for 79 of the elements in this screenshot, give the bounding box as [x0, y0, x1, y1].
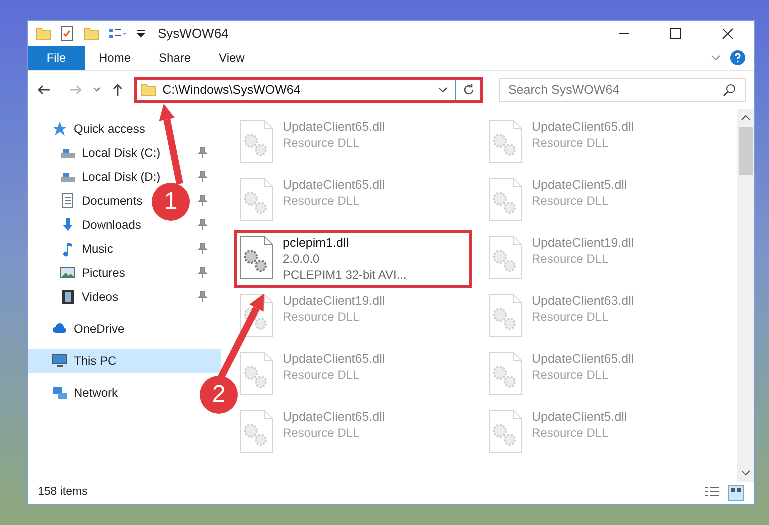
chevron-up-icon[interactable] — [740, 113, 750, 123]
network-icon — [52, 385, 68, 401]
sidebar-item[interactable]: Videos — [28, 285, 126, 309]
gear-file-icon — [239, 177, 275, 223]
picture-icon — [60, 265, 76, 281]
ribbon-tab[interactable]: Share — [145, 46, 206, 70]
sidebar-item[interactable]: This PC — [28, 349, 221, 373]
search-field[interactable]: Search SysWOW64 — [499, 78, 746, 102]
file-detail: Resource DLL — [532, 251, 610, 267]
folder-icon — [140, 82, 157, 98]
new-folder-icon — [84, 26, 100, 42]
file-detail: PCLEPIM1 32-bit AVI... — [283, 267, 407, 283]
gear-file-icon — [488, 235, 524, 281]
refresh-icon[interactable] — [462, 83, 476, 97]
file-name: UpdateClient65.dll — [283, 119, 386, 135]
file-name: UpdateClient19.dll — [532, 235, 634, 251]
monitor-icon — [52, 353, 68, 369]
sidebar-item[interactable]: OneDrive — [28, 317, 133, 341]
file-detail: Resource DLL — [283, 309, 361, 325]
file-detail: Resource DLL — [532, 135, 610, 151]
address-bar[interactable]: C:\Windows\SysWOW64 — [134, 77, 484, 103]
file-name: UpdateClient65.dll — [532, 351, 634, 367]
gear-file-icon — [488, 177, 524, 223]
file-detail: Resource DLL — [532, 367, 610, 383]
document-icon — [60, 193, 76, 209]
file-detail: 2.0.0.0 — [283, 251, 321, 267]
maximize-icon[interactable] — [670, 28, 682, 40]
sidebar-item[interactable]: Network — [28, 381, 126, 405]
address-path: C:\Windows\SysWOW64 — [162, 82, 302, 99]
search-input[interactable]: Search SysWOW64 — [508, 80, 723, 100]
dropdown-icon[interactable] — [136, 28, 146, 38]
gear-file-icon — [239, 409, 275, 455]
scrollbar[interactable] — [737, 109, 754, 482]
file-name: pclepim1.dll — [283, 235, 350, 251]
sidebar-item[interactable]: Pictures — [28, 261, 134, 285]
sidebar-item[interactable]: Quick access — [28, 117, 154, 141]
ribbon-tab[interactable]: View — [205, 46, 259, 70]
search-icon — [722, 83, 737, 97]
file-name: UpdateClient65.dll — [283, 177, 386, 193]
gear-file-icon — [488, 351, 524, 397]
file-name: UpdateClient65.dll — [532, 119, 634, 135]
gear-file-icon — [239, 119, 275, 165]
file-detail: Resource DLL — [283, 425, 361, 441]
file-name: UpdateClient5.dll — [532, 409, 628, 425]
file-detail: Resource DLL — [532, 193, 610, 209]
gear-file-icon — [239, 235, 275, 281]
star-icon — [52, 121, 68, 137]
sidebar-item[interactable]: Local Disk (C:) — [28, 141, 169, 165]
scrollbar-thumb[interactable] — [738, 127, 752, 175]
tiles-view-icon[interactable] — [728, 485, 744, 501]
gear-file-icon — [488, 119, 524, 165]
sidebar-item[interactable]: Music — [28, 237, 122, 261]
help-icon[interactable] — [730, 50, 746, 66]
item-count: 158 items — [38, 485, 89, 500]
file-item[interactable]: pclepim1.dll 2.0.0.0 PCLEPIM1 32-bit AVI... — [239, 235, 467, 283]
download-arrow-icon — [60, 217, 76, 233]
film-icon — [60, 289, 76, 305]
gear-file-icon — [488, 293, 524, 339]
sidebar-item[interactable]: Downloads — [28, 213, 150, 237]
chevron-down-icon[interactable] — [740, 468, 750, 478]
file-name: UpdateClient5.dll — [532, 177, 628, 193]
properties-icon[interactable] — [60, 26, 76, 42]
file-detail: Resource DLL — [532, 425, 610, 441]
file-detail: Resource DLL — [283, 367, 361, 383]
ribbon-tab[interactable]: Home — [85, 46, 146, 70]
file-name: UpdateClient19.dll — [283, 293, 386, 309]
sidebar-item[interactable]: Documents — [28, 189, 151, 213]
file-detail: Resource DLL — [283, 193, 361, 209]
file-detail: Resource DLL — [283, 135, 361, 151]
close-icon[interactable] — [722, 28, 734, 40]
gear-file-icon — [488, 409, 524, 455]
ribbon-tab[interactable]: File — [28, 46, 85, 70]
file-detail: Resource DLL — [532, 309, 610, 325]
folder-icon — [36, 26, 52, 42]
gear-file-icon — [239, 351, 275, 397]
file-name: UpdateClient65.dll — [283, 351, 386, 367]
file-name: UpdateClient65.dll — [283, 409, 386, 425]
file-name: UpdateClient63.dll — [532, 293, 634, 309]
window-title: SysWOW64 — [158, 24, 229, 43]
